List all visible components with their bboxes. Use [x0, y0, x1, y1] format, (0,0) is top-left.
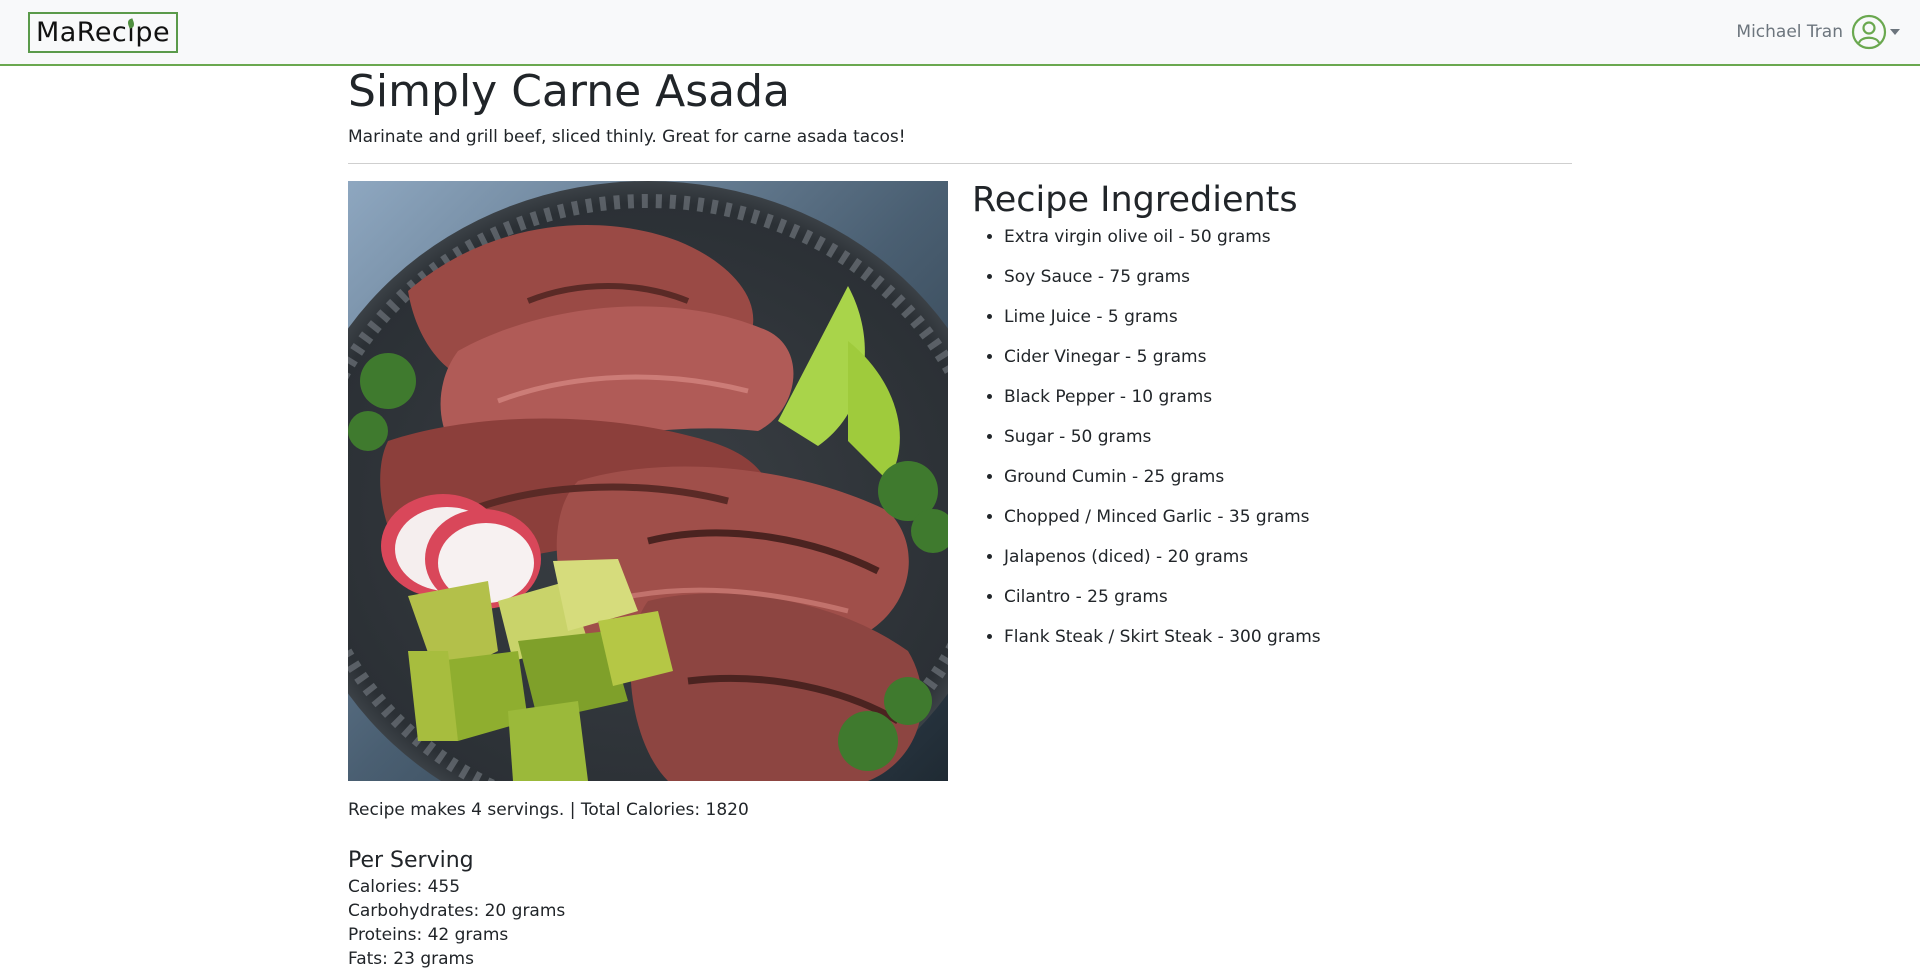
recipe-title: Simply Carne Asada — [348, 66, 791, 117]
ingredient-item: Extra virgin olive oil - 50 grams — [1004, 225, 1321, 265]
ingredient-item: Chopped / Minced Garlic - 35 grams — [1004, 505, 1321, 545]
user-menu-toggle[interactable]: Michael Tran — [1736, 14, 1900, 50]
ingredients-list: Extra virgin olive oil - 50 grams Soy Sa… — [972, 225, 1321, 665]
ingredient-item: Cider Vinegar - 5 grams — [1004, 345, 1321, 385]
per-serving-nutrition: Calories: 455 Carbohydrates: 20 grams Pr… — [348, 875, 565, 971]
brand-leaf-i: i — [126, 17, 136, 48]
per-serving-heading: Per Serving — [348, 848, 474, 873]
ingredient-item: Lime Juice - 5 grams — [1004, 305, 1321, 345]
fats-value: Fats: 23 grams — [348, 949, 474, 969]
proteins-value: Proteins: 42 grams — [348, 925, 509, 945]
user-name: Michael Tran — [1736, 22, 1843, 42]
ingredients-heading: Recipe Ingredients — [972, 180, 1298, 220]
ingredient-item: Black Pepper - 10 grams — [1004, 385, 1321, 425]
brand-text-end: pe — [135, 17, 171, 48]
carbohydrates-value: Carbohydrates: 20 grams — [348, 901, 566, 921]
ingredient-item: Jalapenos (diced) - 20 grams — [1004, 545, 1321, 585]
calories-value: Calories: 455 — [348, 877, 461, 897]
top-navbar: MaRec i pe Michael Tran — [0, 0, 1920, 66]
divider — [348, 163, 1572, 164]
ingredient-item: Soy Sauce - 75 grams — [1004, 265, 1321, 305]
brand-text-start: MaRec — [35, 17, 128, 48]
ingredient-item: Sugar - 50 grams — [1004, 425, 1321, 465]
ingredient-item: Cilantro - 25 grams — [1004, 585, 1321, 625]
recipe-image — [348, 181, 948, 781]
chevron-down-icon — [1890, 29, 1900, 35]
brand-logo[interactable]: MaRec i pe — [28, 12, 178, 53]
carne-asada-photo-icon — [348, 181, 948, 781]
recipe-description: Marinate and grill beef, sliced thinly. … — [348, 127, 906, 147]
ingredient-item: Flank Steak / Skirt Steak - 300 grams — [1004, 625, 1321, 665]
user-avatar-icon — [1851, 14, 1887, 50]
ingredient-item: Ground Cumin - 25 grams — [1004, 465, 1321, 505]
servings-summary: Recipe makes 4 servings. | Total Calorie… — [348, 800, 749, 820]
